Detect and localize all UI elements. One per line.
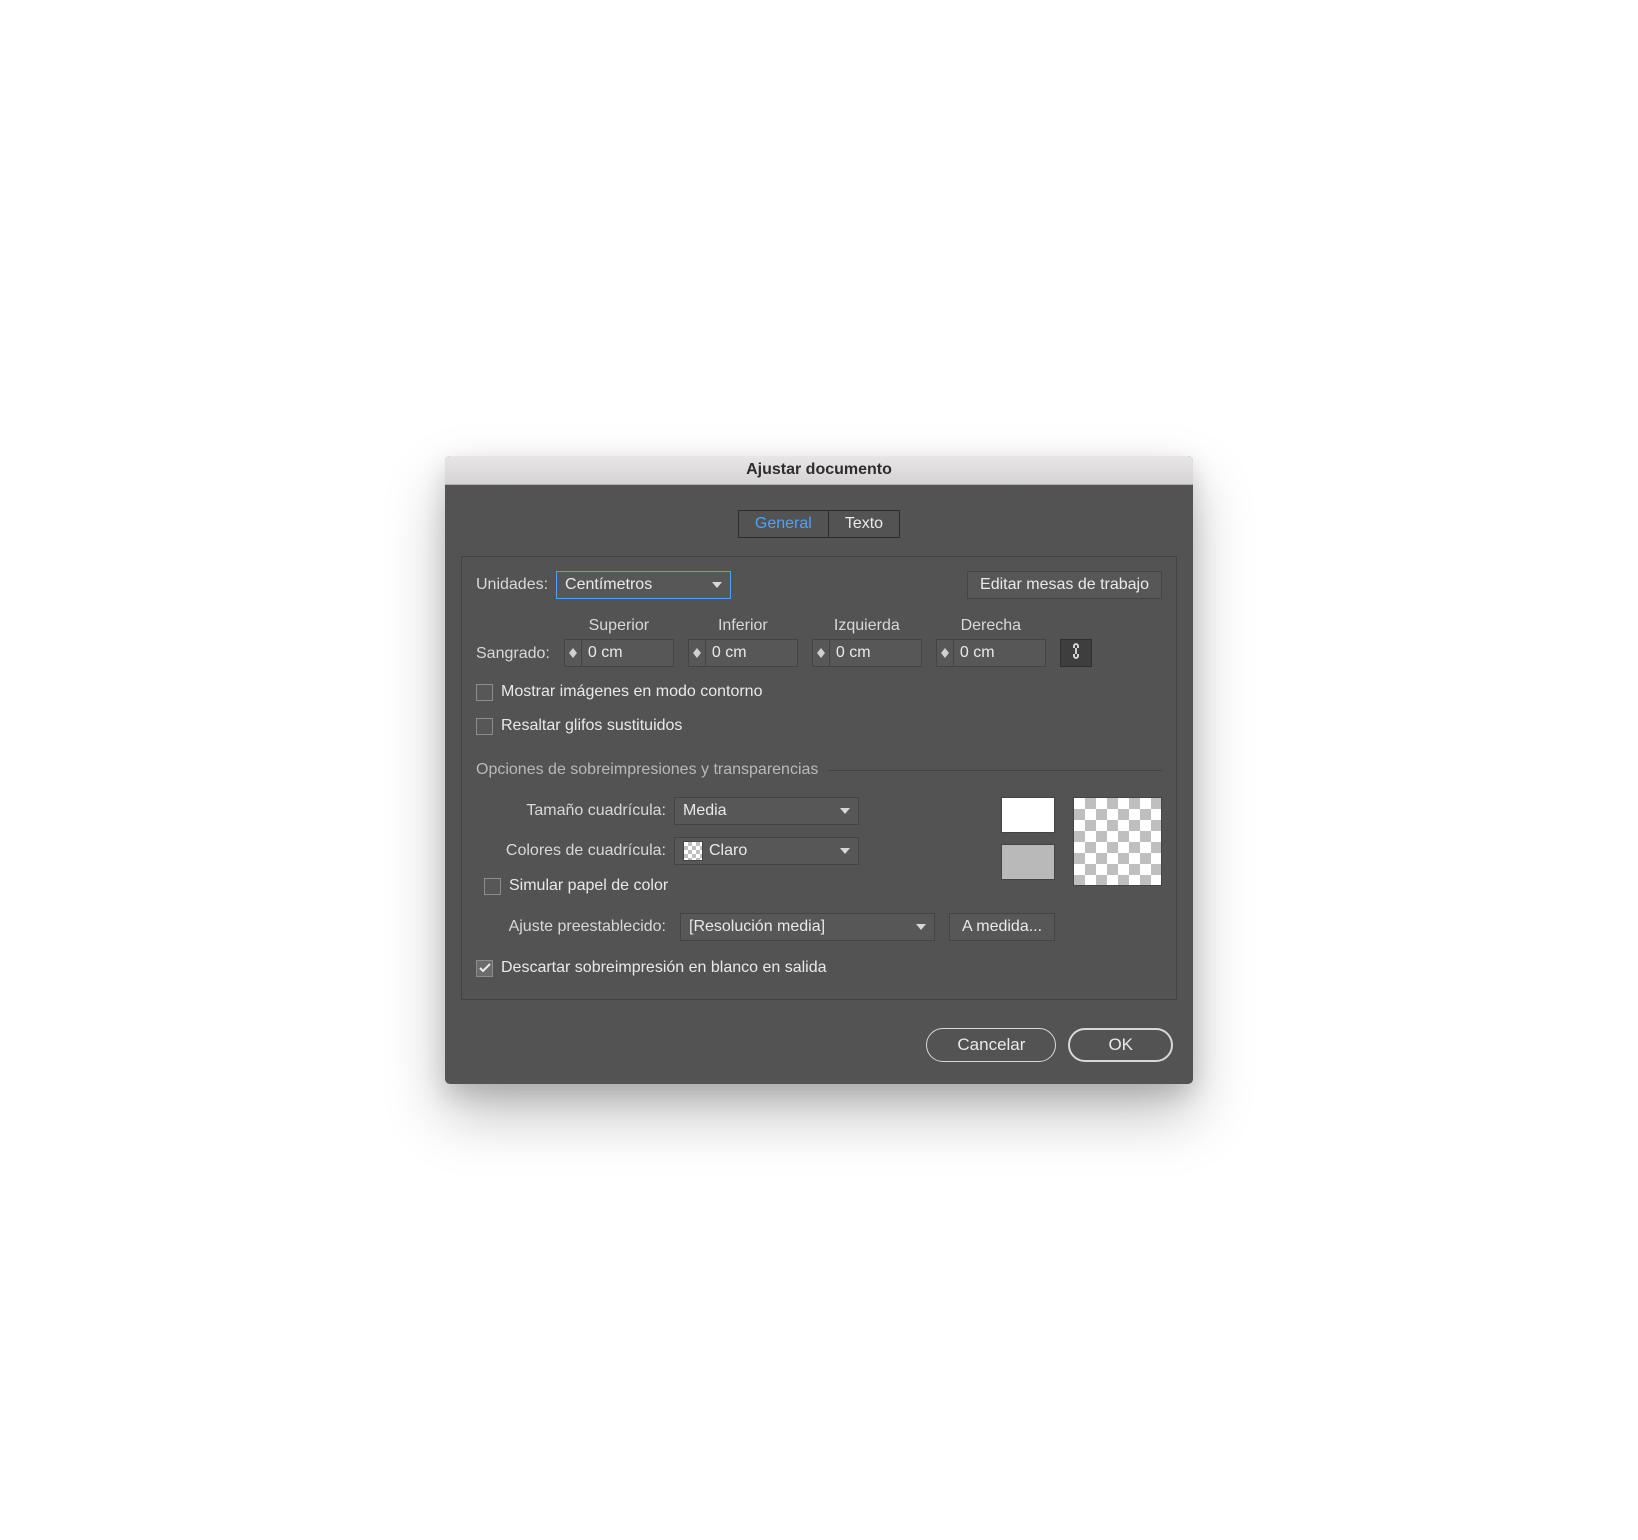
grid-size-value: Media xyxy=(683,802,727,820)
grid-colors-select[interactable]: Claro xyxy=(674,837,859,865)
highlight-glyphs-checkbox[interactable] xyxy=(476,718,493,735)
preset-value: [Resolución media] xyxy=(689,918,825,936)
simulate-paper-checkbox[interactable] xyxy=(484,878,501,895)
grid-size-label: Tamaño cuadrícula: xyxy=(476,802,666,820)
grid-colors-label: Colores de cuadrícula: xyxy=(476,842,666,860)
ok-button[interactable]: OK xyxy=(1068,1028,1173,1062)
bleed-right-input[interactable] xyxy=(954,639,1046,667)
document-setup-dialog: Ajustar documento General Texto Unidades… xyxy=(445,456,1193,1084)
chevron-down-icon xyxy=(840,848,850,854)
bleed-top-input[interactable] xyxy=(582,639,674,667)
units-label: Unidades: xyxy=(476,576,548,594)
bleed-left-stepper[interactable] xyxy=(812,639,922,667)
overprint-section-header: Opciones de sobreimpresiones y transpare… xyxy=(476,761,818,779)
bleed-right-stepper[interactable] xyxy=(936,639,1046,667)
units-select[interactable]: Centímetros xyxy=(556,571,731,599)
bleed-bottom-input[interactable] xyxy=(706,639,798,667)
dialog-title: Ajustar documento xyxy=(445,456,1193,485)
transparency-preview xyxy=(1001,797,1162,886)
chevron-down-icon xyxy=(916,924,926,930)
simulate-paper-label: Simular papel de color xyxy=(509,877,668,895)
bleed-left-label: Izquierda xyxy=(834,617,900,635)
link-bleed-button[interactable] xyxy=(1060,639,1092,667)
swatch-white[interactable] xyxy=(1001,797,1055,833)
outline-images-checkbox[interactable] xyxy=(476,684,493,701)
grid-colors-value: Claro xyxy=(709,842,747,860)
outline-images-label: Mostrar imágenes en modo contorno xyxy=(501,683,762,701)
tab-general[interactable]: General xyxy=(738,510,828,538)
bleed-right-label: Derecha xyxy=(961,617,1021,635)
bleed-left-input[interactable] xyxy=(830,639,922,667)
bleed-bottom-label: Inferior xyxy=(718,617,768,635)
swatch-gray[interactable] xyxy=(1001,844,1055,880)
stepper-arrows-icon[interactable] xyxy=(812,639,830,667)
settings-group: Unidades: Centímetros Editar mesas de tr… xyxy=(461,556,1177,1000)
custom-preset-button[interactable]: A medida... xyxy=(949,913,1055,941)
stepper-arrows-icon[interactable] xyxy=(936,639,954,667)
cancel-button[interactable]: Cancelar xyxy=(926,1028,1056,1062)
preset-select[interactable]: [Resolución media] xyxy=(680,913,935,941)
stepper-arrows-icon[interactable] xyxy=(688,639,706,667)
checker-preview xyxy=(1073,797,1162,886)
bleed-label: Sangrado: xyxy=(476,645,550,663)
bleed-top-label: Superior xyxy=(589,617,649,635)
discard-overprint-checkbox[interactable] xyxy=(476,960,493,977)
preset-label: Ajuste preestablecido: xyxy=(476,918,666,936)
link-icon xyxy=(1069,642,1083,665)
bleed-bottom-stepper[interactable] xyxy=(688,639,798,667)
checker-swatch-icon xyxy=(683,841,703,861)
units-select-value: Centímetros xyxy=(565,576,652,594)
tab-bar: General Texto xyxy=(461,510,1177,538)
grid-size-select[interactable]: Media xyxy=(674,797,859,825)
discard-overprint-label: Descartar sobreimpresión en blanco en sa… xyxy=(501,959,827,977)
bleed-top-stepper[interactable] xyxy=(564,639,674,667)
tab-text[interactable]: Texto xyxy=(828,510,900,538)
divider xyxy=(828,770,1162,771)
chevron-down-icon xyxy=(840,808,850,814)
chevron-down-icon xyxy=(712,582,722,588)
highlight-glyphs-label: Resaltar glifos sustituidos xyxy=(501,717,682,735)
edit-artboards-button[interactable]: Editar mesas de trabajo xyxy=(967,571,1162,599)
stepper-arrows-icon[interactable] xyxy=(564,639,582,667)
